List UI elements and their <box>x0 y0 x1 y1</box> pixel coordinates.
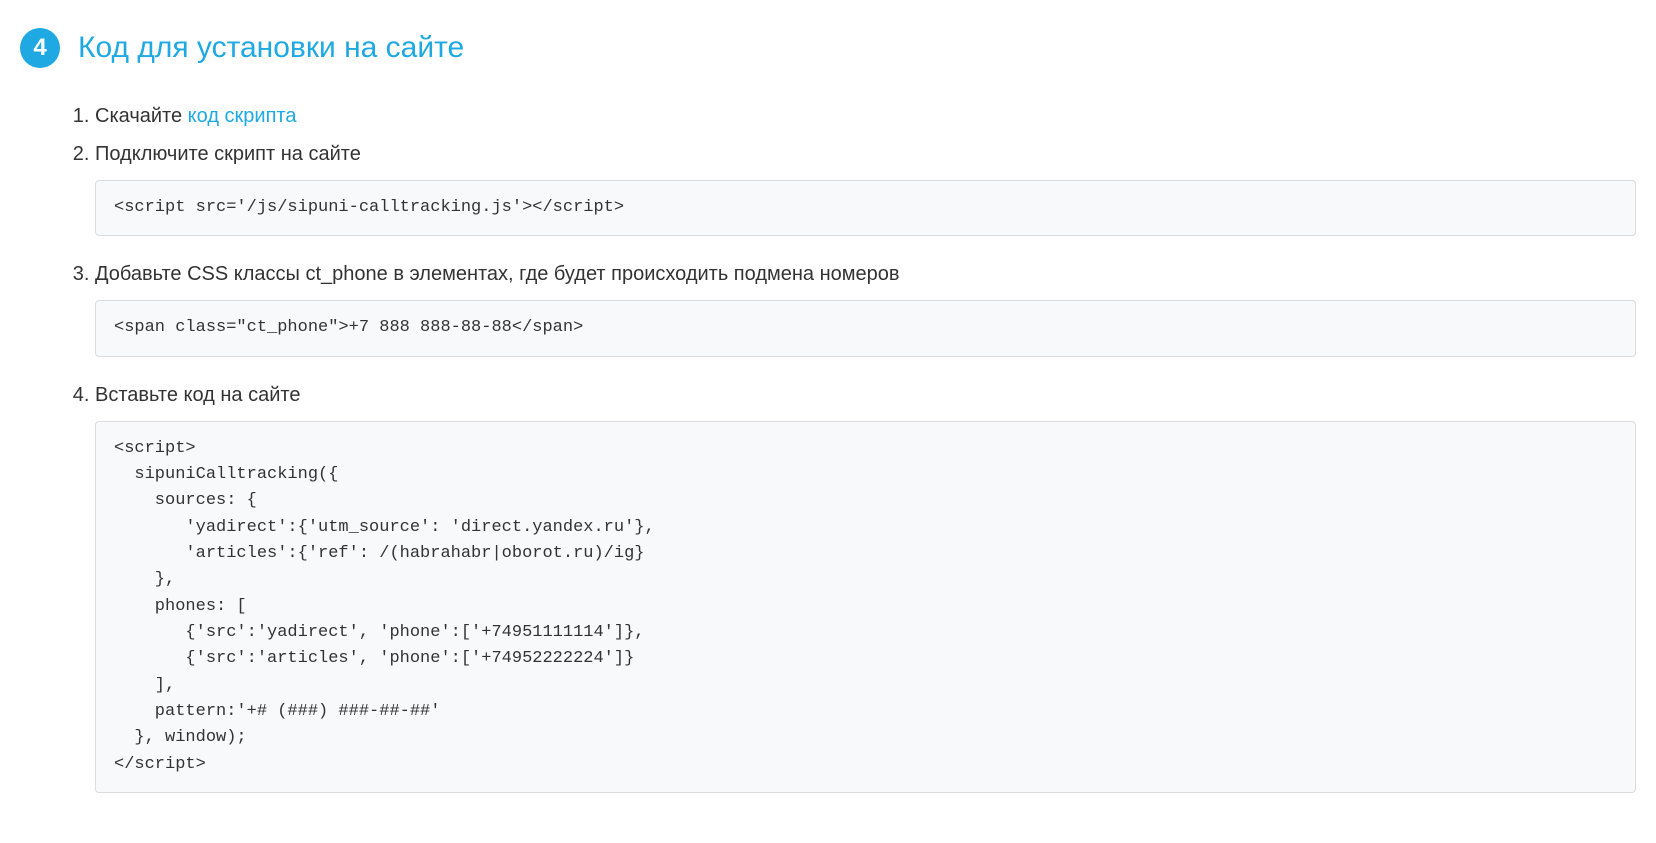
code-block-script-include: <script src='/js/sipuni-calltracking.js'… <box>95 180 1636 236</box>
code-block-main-script: <script> sipuniCalltracking({ sources: {… <box>95 421 1636 793</box>
script-code-link[interactable]: код скрипта <box>188 105 297 127</box>
step-2-text: Подключите скрипт на сайте <box>95 143 361 165</box>
code-block-span-example: <span class="ct_phone">+7 888 888-88-88<… <box>95 300 1636 356</box>
step-number-badge: 4 <box>20 28 60 68</box>
step-2: Подключите скрипт на сайте <script src='… <box>95 138 1636 236</box>
section-title: Код для установки на сайте <box>78 31 464 65</box>
step-4-text: Вставьте код на сайте <box>95 384 300 406</box>
step-3: Добавьте CSS классы ct_phone в элементах… <box>95 258 1636 356</box>
step-3-text: Добавьте CSS классы ct_phone в элементах… <box>95 263 900 285</box>
section-header: 4 Код для установки на сайте <box>20 28 1636 68</box>
step-4: Вставьте код на сайте <script> sipuniCal… <box>95 379 1636 793</box>
step-1: Скачайте код скрипта <box>95 100 1636 132</box>
step-1-text: Скачайте <box>95 105 188 127</box>
install-steps-list: Скачайте код скрипта Подключите скрипт н… <box>20 100 1636 793</box>
